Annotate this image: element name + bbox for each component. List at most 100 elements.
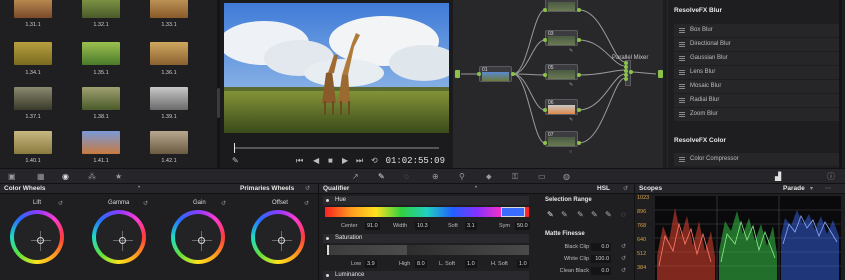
- hsoft-field[interactable]: 1.0: [517, 260, 529, 268]
- feather-plus-icon[interactable]: ✎: [605, 210, 612, 219]
- rgb-mixer-icon[interactable]: ⁂: [88, 172, 96, 181]
- motion-effects-icon[interactable]: ★: [115, 172, 122, 181]
- gain-handle[interactable]: [198, 237, 205, 244]
- saturation-section[interactable]: Saturation: [323, 234, 529, 243]
- node-03[interactable]: 03: [545, 30, 578, 46]
- scopes-icon[interactable]: ▟: [775, 172, 781, 181]
- play-reverse-button[interactable]: ◀: [313, 156, 319, 165]
- hue-range-handle[interactable]: [501, 207, 525, 217]
- black-clip-field[interactable]: 0.0: [591, 243, 611, 251]
- reset-icon[interactable]: ↺: [621, 243, 626, 250]
- fx-item[interactable]: Mosaic Blur: [674, 80, 839, 93]
- magic-mask-icon[interactable]: ⚲: [459, 172, 465, 181]
- fx-item[interactable]: Zoom Blur: [674, 108, 839, 121]
- still-thumbnail[interactable]: [82, 0, 120, 18]
- qualifier-icon[interactable]: ✎: [378, 172, 385, 181]
- node-pin[interactable]: [543, 8, 547, 12]
- feather-minus-icon[interactable]: ✎: [591, 210, 598, 219]
- fx-category-color[interactable]: ResolveFX Color: [674, 137, 726, 144]
- gamma-handle[interactable]: [119, 237, 126, 244]
- node-02[interactable]: [545, 0, 578, 12]
- node-editor[interactable]: 01 03 ✎ 05 ✎ 06 ✎ 07 ○ Parallel Mixer: [453, 0, 668, 168]
- node-pin[interactable]: [577, 38, 581, 42]
- still-thumbnail[interactable]: [150, 42, 188, 65]
- reset-offset-icon[interactable]: ↺: [304, 200, 309, 207]
- sym-field[interactable]: 50.0: [515, 222, 530, 230]
- scope-mode-select[interactable]: Parade: [783, 185, 805, 192]
- reset-gamma-icon[interactable]: ↺: [143, 200, 148, 207]
- offset-handle[interactable]: [278, 237, 285, 244]
- effects-scrollbar[interactable]: [839, 0, 842, 168]
- node-06[interactable]: 06: [545, 99, 578, 115]
- chevron-down-icon[interactable]: ▾: [810, 185, 813, 192]
- center-field[interactable]: 91.0: [365, 222, 380, 230]
- fx-item[interactable]: Radial Blur: [674, 94, 839, 107]
- source-input-pin[interactable]: [455, 70, 460, 78]
- sizing-icon[interactable]: ▭: [538, 172, 546, 181]
- skip-to-end-button[interactable]: ⏭: [356, 156, 363, 166]
- color-match-icon[interactable]: ▦: [37, 172, 45, 181]
- invert-icon[interactable]: ◌: [621, 210, 626, 219]
- node-05[interactable]: 05: [545, 64, 578, 80]
- hue-section[interactable]: Hue: [323, 196, 529, 205]
- fx-category-blur[interactable]: ResolveFX Blur: [674, 7, 722, 14]
- node-pin[interactable]: [543, 108, 547, 112]
- white-clip-field[interactable]: 100.0: [591, 255, 611, 263]
- lift-handle[interactable]: [37, 237, 44, 244]
- reset-gain-icon[interactable]: ↺: [221, 200, 226, 207]
- 3d-icon[interactable]: ◍: [563, 172, 570, 181]
- still-thumbnail[interactable]: [82, 42, 120, 65]
- still-thumbnail[interactable]: [82, 131, 120, 154]
- still-thumbnail[interactable]: [150, 0, 188, 18]
- fx-item[interactable]: Lens Blur: [674, 66, 839, 79]
- enable-dot-icon[interactable]: [326, 274, 329, 277]
- luminance-section[interactable]: Luminance: [323, 271, 529, 280]
- mixer-pin[interactable]: [629, 70, 633, 74]
- reset-lift-icon[interactable]: ↺: [58, 200, 63, 207]
- soft-field[interactable]: 3.1: [465, 222, 477, 230]
- playhead[interactable]: [234, 143, 235, 153]
- offset-wheel[interactable]: [251, 210, 305, 264]
- node-07[interactable]: 07: [545, 131, 578, 147]
- wheel-mode-select[interactable]: Primaries Wheels: [240, 185, 294, 192]
- hue-range-bar[interactable]: [325, 207, 529, 217]
- low-field[interactable]: 3.9: [365, 260, 377, 268]
- enable-dot-icon[interactable]: [326, 237, 329, 240]
- color-wheels-icon[interactable]: ◉: [62, 172, 69, 181]
- node-pin[interactable]: [477, 72, 481, 76]
- reset-icon[interactable]: ↺: [621, 255, 626, 262]
- info-icon[interactable]: ⓘ: [827, 172, 835, 181]
- window-icon[interactable]: ◌: [404, 172, 409, 181]
- still-thumbnail[interactable]: [14, 42, 52, 65]
- node-editor-scrollbar[interactable]: [663, 0, 667, 168]
- fx-item[interactable]: Box Blur: [674, 24, 839, 37]
- tracker-icon[interactable]: ⊕: [432, 172, 439, 181]
- viewer-scrubber[interactable]: [234, 147, 439, 149]
- still-thumbnail[interactable]: [150, 87, 188, 110]
- color-picker-icon[interactable]: ✎: [232, 156, 239, 165]
- curves-icon[interactable]: ↗: [352, 172, 359, 181]
- blur-icon[interactable]: ⬥: [486, 172, 492, 181]
- node-pin[interactable]: [511, 72, 515, 76]
- picker-plus-icon[interactable]: ✎: [577, 210, 584, 219]
- lsoft-field[interactable]: 1.0: [465, 260, 477, 268]
- reset-icon[interactable]: ↺: [623, 185, 628, 192]
- node-pin[interactable]: [577, 8, 581, 12]
- camera-raw-icon[interactable]: ▣: [8, 172, 16, 181]
- fx-item[interactable]: Color Compressor: [674, 153, 839, 166]
- node-pin[interactable]: [543, 38, 547, 42]
- node-pin[interactable]: [577, 73, 581, 77]
- saturation-range-bar[interactable]: [325, 245, 529, 255]
- lift-wheel[interactable]: [10, 210, 64, 264]
- node-pin[interactable]: [543, 73, 547, 77]
- mixer-pin[interactable]: [624, 77, 628, 81]
- viewer-frame[interactable]: [224, 3, 449, 133]
- clean-black-field[interactable]: 0.0: [591, 267, 611, 275]
- saturation-range-handle[interactable]: [327, 245, 407, 255]
- width-field[interactable]: 10.3: [415, 222, 430, 230]
- key-icon[interactable]: ⚿: [512, 172, 518, 181]
- picker-minus-icon[interactable]: ✎: [561, 210, 568, 219]
- still-thumbnail[interactable]: [14, 0, 52, 18]
- picker-icon[interactable]: ✎: [547, 210, 554, 219]
- gain-wheel[interactable]: [171, 210, 225, 264]
